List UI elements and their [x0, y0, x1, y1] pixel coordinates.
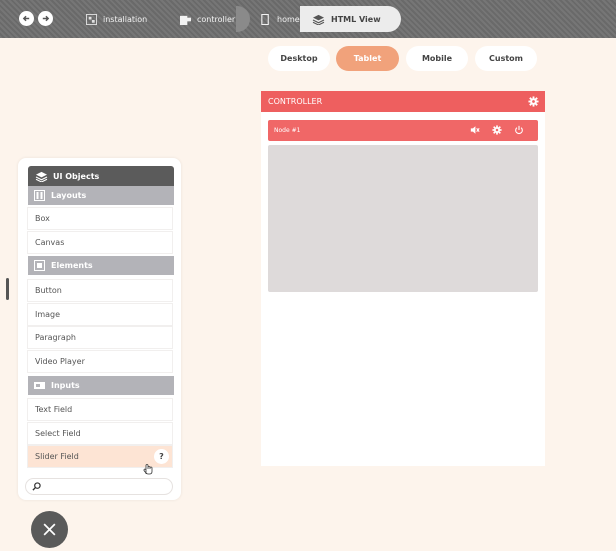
component-icon	[86, 13, 97, 25]
layout-columns-icon	[34, 190, 45, 201]
breadcrumb-item-home[interactable]: home	[260, 6, 300, 32]
forward-button[interactable]	[38, 11, 53, 26]
arrow-right-icon	[42, 15, 50, 22]
close-icon	[43, 523, 56, 536]
section-layouts[interactable]: Layouts	[28, 186, 174, 205]
device-tablet-button[interactable]: Tablet	[336, 46, 399, 71]
list-item-video-player[interactable]: Video Player	[28, 351, 172, 372]
mute-icon[interactable]	[470, 125, 480, 135]
layers-icon	[312, 14, 325, 25]
section-label: Inputs	[51, 381, 80, 390]
panel-toggle-handle[interactable]	[6, 278, 9, 300]
search-field[interactable]	[25, 478, 173, 495]
device-custom-button[interactable]: Custom	[475, 46, 537, 71]
close-button[interactable]	[31, 511, 68, 548]
gear-icon[interactable]	[492, 125, 502, 135]
arrow-left-icon	[22, 15, 30, 22]
search-icon	[32, 482, 41, 491]
breadcrumb-label: HTML View	[331, 14, 381, 24]
search-input[interactable]	[45, 478, 169, 495]
breadcrumb-label: home	[277, 14, 300, 24]
breadcrumb-label: controller	[197, 14, 236, 24]
back-button[interactable]	[19, 11, 34, 26]
layers-icon	[35, 171, 48, 182]
list-item-box[interactable]: Box	[28, 208, 172, 229]
device-desktop-button[interactable]: Desktop	[268, 46, 330, 71]
controller-header: CONTROLLER	[261, 91, 545, 112]
puzzle-icon	[180, 15, 191, 25]
power-icon[interactable]	[514, 125, 524, 135]
hand-cursor-icon	[143, 464, 153, 475]
ui-objects-header: UI Objects	[28, 166, 174, 186]
node-bar: Node #1	[268, 120, 538, 141]
device-mobile-button[interactable]: Mobile	[406, 46, 468, 71]
list-item-button[interactable]: Button	[28, 280, 172, 301]
section-label: Layouts	[51, 191, 87, 200]
controller-title: CONTROLLER	[268, 97, 323, 106]
gear-icon[interactable]	[528, 96, 539, 107]
section-elements[interactable]: Elements	[28, 256, 174, 275]
section-inputs[interactable]: Inputs	[28, 376, 174, 395]
list-item-label: Slider Field	[35, 452, 79, 461]
node-content-area[interactable]	[268, 145, 538, 292]
breadcrumb-item-installation[interactable]: installation	[86, 6, 147, 32]
page-icon	[261, 13, 269, 25]
breadcrumb-item-controller[interactable]: controller	[180, 6, 235, 32]
list-item-canvas[interactable]: Canvas	[28, 232, 172, 253]
list-item-text-field[interactable]: Text Field	[28, 399, 172, 420]
tablet-preview-canvas: CONTROLLER Node #1	[261, 91, 545, 466]
input-field-icon	[34, 380, 45, 391]
node-label: Node #1	[274, 127, 301, 134]
breadcrumb-bar: installation controller home HTML View	[0, 0, 616, 38]
list-item-select-field[interactable]: Select Field	[28, 423, 172, 444]
breadcrumb-item-html-view[interactable]: HTML View	[300, 6, 401, 32]
ui-objects-panel: UI Objects Layouts Box Canvas Elements B…	[18, 158, 181, 500]
element-square-icon	[34, 260, 45, 271]
list-item-image[interactable]: Image	[28, 304, 172, 325]
ui-objects-title: UI Objects	[53, 171, 100, 181]
help-button[interactable]: ?	[154, 449, 169, 464]
breadcrumb-label: installation	[103, 14, 148, 24]
section-label: Elements	[51, 261, 93, 270]
crumb-separator	[236, 6, 250, 32]
list-item-paragraph[interactable]: Paragraph	[28, 327, 172, 348]
